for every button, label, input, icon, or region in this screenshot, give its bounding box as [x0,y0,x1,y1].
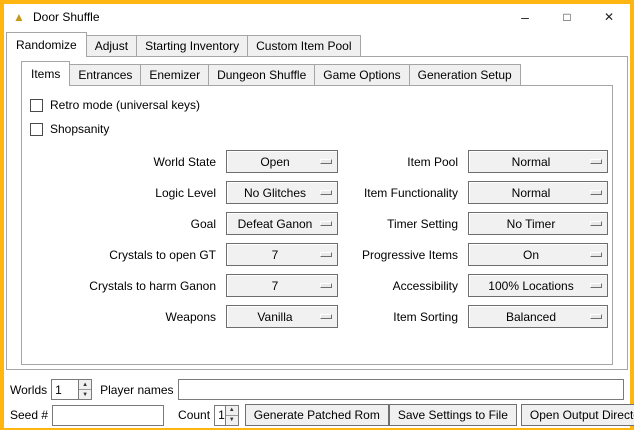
dropdown-indicator-icon [590,314,602,319]
tab-randomize[interactable]: Randomize [6,32,87,57]
seed-input[interactable] [52,405,164,426]
accessibility-dropdown[interactable]: 100% Locations [468,274,608,297]
item-functionality-label: Item Functionality [342,181,464,204]
item-functionality-dropdown[interactable]: Normal [468,181,608,204]
item-functionality-value: Normal [475,186,587,200]
dropdown-indicator-icon [320,283,332,288]
accessibility-value: 100% Locations [475,279,587,293]
accessibility-label: Accessibility [342,274,464,297]
goal-value: Defeat Ganon [233,217,317,231]
tab-entrances[interactable]: Entrances [69,64,141,85]
dropdown-indicator-icon [320,252,332,257]
timer-setting-label: Timer Setting [342,212,464,235]
worlds-row: Worlds 1 ▲ ▼ Player names [10,379,624,400]
shopsanity-checkbox[interactable] [30,123,43,136]
window-title: Door Shuffle [33,10,100,24]
tab-items[interactable]: Items [21,61,70,86]
crystals-ganon-value: 7 [233,279,317,293]
dropdown-indicator-icon [590,190,602,195]
worlds-value: 1 [52,380,78,399]
crystals-gt-label: Crystals to open GT [26,243,222,266]
logic-level-value: No Glitches [233,186,317,200]
items-panel: Retro mode (universal keys) Shopsanity W… [21,85,613,365]
sub-tab-bar: Items Entrances Enemizer Dungeon Shuffle… [21,61,627,85]
weapons-label: Weapons [26,305,222,328]
weapons-value: Vanilla [233,310,317,324]
crystals-ganon-dropdown[interactable]: 7 [226,274,338,297]
seed-row: Seed # Count 1 ▲ ▼ Generate Patched Rom … [10,404,624,426]
item-sorting-dropdown[interactable]: Balanced [468,305,608,328]
client-area: Randomize Adjust Starting Inventory Cust… [4,32,630,428]
goal-dropdown[interactable]: Defeat Ganon [226,212,338,235]
progressive-items-label: Progressive Items [342,243,464,266]
randomize-panel: Items Entrances Enemizer Dungeon Shuffle… [6,56,628,370]
retro-mode-checkbox[interactable] [30,99,43,112]
crystals-ganon-label: Crystals to harm Ganon [26,274,222,297]
crystals-gt-value: 7 [233,248,317,262]
generate-patched-rom-button[interactable]: Generate Patched Rom [245,404,389,426]
tab-game-options[interactable]: Game Options [314,64,409,85]
app-icon: ▲ [11,9,27,25]
tab-dungeon-shuffle[interactable]: Dungeon Shuffle [208,64,315,85]
logic-level-dropdown[interactable]: No Glitches [226,181,338,204]
spin-up-icon[interactable]: ▲ [79,380,91,390]
title-bar: ▲ Door Shuffle – □ ✕ [4,4,630,30]
count-label: Count [178,408,210,422]
spin-up-icon[interactable]: ▲ [226,406,238,416]
weapons-dropdown[interactable]: Vanilla [226,305,338,328]
tab-starting-inventory[interactable]: Starting Inventory [136,35,248,56]
timer-setting-dropdown[interactable]: No Timer [468,212,608,235]
goal-label: Goal [26,212,222,235]
dropdown-indicator-icon [590,221,602,226]
app-window: ▲ Door Shuffle – □ ✕ Randomize Adjust St… [0,0,634,430]
world-state-label: World State [26,150,222,173]
player-names-input[interactable] [178,379,625,400]
dropdown-indicator-icon [320,314,332,319]
item-pool-value: Normal [475,155,587,169]
item-sorting-label: Item Sorting [342,305,464,328]
spin-down-icon[interactable]: ▼ [79,390,91,399]
player-names-label: Player names [100,383,173,397]
count-value: 1 [215,406,225,425]
retro-mode-label: Retro mode (universal keys) [50,98,200,112]
world-state-dropdown[interactable]: Open [226,150,338,173]
dropdown-indicator-icon [590,159,602,164]
open-output-directory-button[interactable]: Open Output Directory [521,404,634,426]
progressive-items-dropdown[interactable]: On [468,243,608,266]
dropdown-indicator-icon [590,252,602,257]
tab-adjust[interactable]: Adjust [86,35,137,56]
count-stepper[interactable]: 1 ▲ ▼ [214,405,239,426]
dropdown-indicator-icon [320,190,332,195]
minimize-icon[interactable]: – [504,4,546,30]
dropdown-indicator-icon [590,283,602,288]
worlds-stepper[interactable]: 1 ▲ ▼ [51,379,92,400]
spin-down-icon[interactable]: ▼ [226,416,238,425]
tab-custom-item-pool[interactable]: Custom Item Pool [247,35,360,56]
dropdown-indicator-icon [320,221,332,226]
dropdown-indicator-icon [320,159,332,164]
tab-generation-setup[interactable]: Generation Setup [409,64,521,85]
crystals-gt-dropdown[interactable]: 7 [226,243,338,266]
save-settings-button[interactable]: Save Settings to File [389,404,517,426]
progressive-items-value: On [475,248,587,262]
logic-level-label: Logic Level [26,181,222,204]
main-tab-bar: Randomize Adjust Starting Inventory Cust… [6,32,630,56]
item-pool-label: Item Pool [342,150,464,173]
close-icon[interactable]: ✕ [588,4,630,30]
item-pool-dropdown[interactable]: Normal [468,150,608,173]
world-state-value: Open [233,155,317,169]
item-sorting-value: Balanced [475,310,587,324]
tab-enemizer[interactable]: Enemizer [140,64,209,85]
shopsanity-label: Shopsanity [50,122,109,136]
seed-label: Seed # [10,408,48,422]
maximize-icon[interactable]: □ [546,4,588,30]
timer-setting-value: No Timer [475,217,587,231]
shopsanity-row: Shopsanity [22,118,612,140]
options-grid: World State Open Item Pool Normal Logic … [26,150,612,328]
worlds-label: Worlds [10,383,47,397]
retro-mode-row: Retro mode (universal keys) [22,94,612,116]
